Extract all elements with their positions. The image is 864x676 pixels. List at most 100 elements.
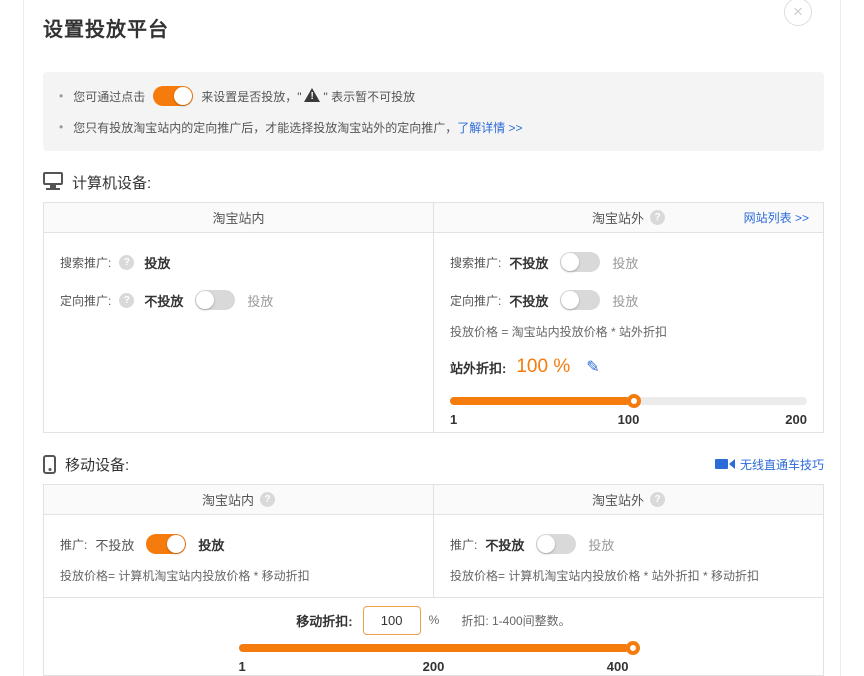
notice1-text-pre: 您可通过点击	[73, 88, 145, 105]
promo-label: 推广:	[60, 536, 87, 553]
computer-offsite-search-row: 搜索推广: 不投放 投放	[450, 243, 807, 281]
notice2-text: 您只有投放淘宝站内的定向推广后，才能选择投放淘宝站外的定向推广，	[73, 119, 457, 136]
computer-table-body: 搜索推广: ? 投放 定向推广: ? 不投放 投放 搜索推广: 不投放 投	[44, 233, 823, 432]
mobile-discount-label: 移动折扣:	[296, 611, 352, 630]
learn-more-link[interactable]: 了解详情 >>	[457, 119, 522, 136]
site-list-link[interactable]: 网站列表 >>	[744, 209, 809, 226]
computer-onsite-targeted-toggle[interactable]	[195, 290, 235, 310]
slider-thumb[interactable]	[626, 641, 640, 655]
video-camera-icon	[715, 459, 735, 469]
targeted-off-label: 不投放	[144, 291, 183, 310]
notice1-text-post: " 表示暂不可投放	[323, 88, 415, 105]
slider-fill	[239, 644, 629, 652]
search-off-label: 不投放	[509, 253, 548, 272]
mobile-onsite-promo-row: 推广: 不投放 投放	[60, 525, 417, 563]
computer-section-title: 计算机设备:	[72, 172, 151, 193]
notice-box: 您可通过点击 来设置是否投放，" " 表示暂不可投放 您只有投放淘宝站内的定向推…	[43, 72, 824, 151]
mobile-onsite-header: 淘宝站内 ?	[44, 485, 433, 514]
offsite-discount-label: 站外折扣:	[450, 358, 506, 377]
question-icon[interactable]: ?	[260, 492, 275, 507]
mobile-table: 淘宝站内 ? 淘宝站外 ? 推广: 不投放 投放 投放价格= 计算机淘宝站内投放…	[43, 484, 824, 676]
slider-mid-label: 100	[618, 412, 640, 427]
targeted-promo-label: 定向推广:	[60, 292, 111, 309]
slider-max-label: 400	[607, 659, 629, 674]
offsite-slider-labels: 1 100 200	[450, 412, 807, 428]
mobile-offsite-header-label: 淘宝站外	[592, 490, 644, 509]
mobile-section-heading: 移动设备: 无线直通车技巧	[43, 452, 824, 476]
promo-label: 推广:	[450, 536, 477, 553]
computer-table-header: 淘宝站内 淘宝站外 ? 网站列表 >>	[44, 203, 823, 233]
mobile-discount-section: 移动折扣: % 折扣: 1-400间整数。 1 200 400	[44, 597, 823, 675]
mobile-slider-labels: 1 200 400	[239, 659, 629, 675]
search-promo-label: 搜索推广:	[60, 254, 111, 271]
mobile-slider-wrap: 1 200 400	[239, 644, 629, 675]
mobile-discount-unit: %	[429, 613, 440, 627]
mobile-discount-hint: 折扣: 1-400间整数。	[461, 612, 570, 629]
search-promo-label: 搜索推广:	[450, 254, 501, 271]
slider-fill	[450, 397, 630, 405]
set-platform-dialog: 设置投放平台 × 您可通过点击 来设置是否投放，" " 表示暂不可投放 您只有投…	[23, 0, 841, 676]
mobile-table-body: 推广: 不投放 投放 投放价格= 计算机淘宝站内投放价格 * 移动折扣 推广: …	[44, 515, 823, 597]
computer-offsite-search-toggle[interactable]	[560, 252, 600, 272]
computer-onsite-cell: 搜索推广: ? 投放 定向推广: ? 不投放 投放	[44, 233, 433, 432]
mobile-onsite-price-formula: 投放价格= 计算机淘宝站内投放价格 * 移动折扣	[60, 567, 417, 585]
slider-min-label: 1	[239, 659, 246, 674]
mobile-table-header: 淘宝站内 ? 淘宝站外 ?	[44, 485, 823, 515]
promo-on-label: 投放	[198, 535, 224, 554]
computer-offsite-header: 淘宝站外 ? 网站列表 >>	[433, 203, 823, 232]
targeted-off-label: 不投放	[509, 291, 548, 310]
slider-thumb[interactable]	[627, 394, 641, 408]
mobile-onsite-cell: 推广: 不投放 投放 投放价格= 计算机淘宝站内投放价格 * 移动折扣	[44, 515, 433, 597]
computer-section-heading: 计算机设备:	[43, 170, 824, 194]
notice-bullet-1: 您可通过点击 来设置是否投放，" " 表示暂不可投放	[59, 83, 808, 109]
mobile-onsite-promo-toggle[interactable]	[146, 534, 186, 554]
targeted-promo-label: 定向推广:	[450, 292, 501, 309]
edit-pencil-icon[interactable]: ✎	[586, 357, 599, 377]
page-title: 设置投放平台	[43, 13, 824, 42]
offsite-discount-value: 100 %	[516, 356, 570, 378]
question-icon[interactable]: ?	[119, 293, 134, 308]
question-icon[interactable]: ?	[119, 255, 134, 270]
toggle-example-icon	[153, 86, 193, 106]
slider-mid-label: 200	[423, 659, 445, 674]
offsite-discount-slider[interactable]	[450, 397, 807, 405]
computer-offsite-header-label: 淘宝站外	[592, 208, 644, 227]
dialog-header: 设置投放平台 ×	[43, 0, 824, 42]
computer-table: 淘宝站内 淘宝站外 ? 网站列表 >> 搜索推广: ? 投放 定向推广: ? 不…	[43, 202, 824, 433]
offsite-price-formula: 投放价格 = 淘宝站内投放价格 * 站外折扣	[450, 323, 807, 341]
mobile-offsite-promo-toggle[interactable]	[536, 534, 576, 554]
promo-off-label: 不投放	[95, 535, 134, 554]
computer-offsite-targeted-row: 定向推广: 不投放 投放	[450, 281, 807, 319]
smartphone-icon	[43, 455, 56, 474]
mobile-section-title: 移动设备:	[65, 454, 129, 475]
promo-off-label: 不投放	[485, 535, 524, 554]
wireless-tips-link[interactable]: 无线直通车技巧	[740, 456, 824, 473]
computer-onsite-header: 淘宝站内	[44, 203, 433, 232]
computer-offsite-targeted-toggle[interactable]	[560, 290, 600, 310]
computer-offsite-cell: 搜索推广: 不投放 投放 定向推广: 不投放 投放 投放价格 = 淘宝站内投放价…	[433, 233, 823, 432]
question-icon[interactable]: ?	[650, 210, 665, 225]
slider-min-label: 1	[450, 412, 457, 427]
search-promo-state: 投放	[144, 253, 170, 272]
slider-max-label: 200	[785, 412, 807, 427]
mobile-onsite-header-label: 淘宝站内	[202, 490, 254, 509]
search-on-label: 投放	[612, 253, 638, 272]
promo-on-label: 投放	[588, 535, 614, 554]
monitor-icon	[43, 172, 63, 185]
mobile-discount-slider[interactable]	[239, 644, 629, 652]
notice1-text-mid: 来设置是否投放，"	[201, 88, 301, 105]
computer-onsite-header-label: 淘宝站内	[212, 208, 264, 227]
notice-bullet-2: 您只有投放淘宝站内的定向推广后，才能选择投放淘宝站外的定向推广， 了解详情 >>	[59, 114, 808, 140]
warning-triangle-icon	[304, 88, 320, 102]
mobile-discount-line: 移动折扣: % 折扣: 1-400间整数。	[60, 605, 807, 635]
question-icon[interactable]: ?	[650, 492, 665, 507]
computer-onsite-search-row: 搜索推广: ? 投放	[60, 243, 417, 281]
targeted-on-label: 投放	[612, 291, 638, 310]
mobile-offsite-header: 淘宝站外 ?	[433, 485, 823, 514]
mobile-discount-input[interactable]	[363, 606, 421, 635]
mobile-offsite-promo-row: 推广: 不投放 投放	[450, 525, 807, 563]
offsite-discount-row: 站外折扣: 100 % ✎	[450, 353, 807, 381]
mobile-offsite-price-formula: 投放价格= 计算机淘宝站内投放价格 * 站外折扣 * 移动折扣	[450, 567, 807, 585]
targeted-on-label: 投放	[247, 291, 273, 310]
computer-onsite-targeted-row: 定向推广: ? 不投放 投放	[60, 281, 417, 319]
